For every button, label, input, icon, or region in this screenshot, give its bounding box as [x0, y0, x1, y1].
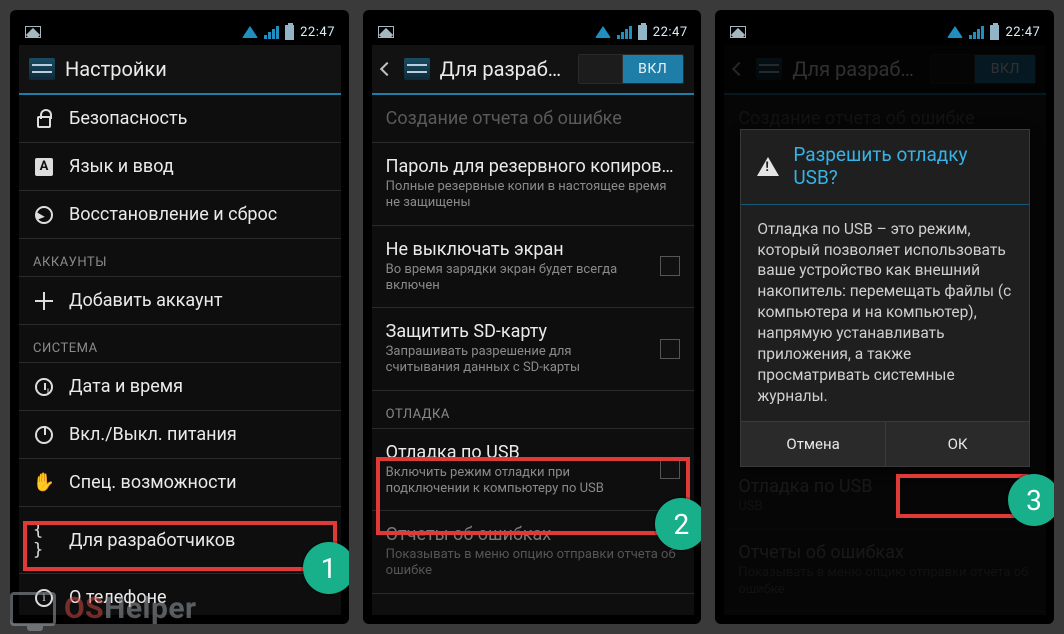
braces-icon: { }: [33, 520, 55, 560]
step-badge-3: 3: [1008, 474, 1054, 526]
label-datetime: Дата и время: [69, 376, 327, 397]
status-clock: 22:47: [300, 25, 335, 40]
row-backup-password[interactable]: Пароль для резервного копирования Полные…: [372, 143, 694, 226]
label-developer: Для разработчиков: [69, 530, 327, 551]
sub-usb-debugging: Включить режим отладки при подключении к…: [386, 465, 646, 498]
label-bug-report-menu: Отчеты об ошибках: [386, 524, 680, 545]
battery-icon: [990, 25, 999, 40]
wifi-icon: [595, 26, 611, 38]
phone-frame-1: 22:47 Настройки Безопасность A Язык и вв…: [10, 10, 349, 624]
status-bar: 22:47: [372, 19, 694, 45]
dialog-body: Отладка по USB – это режим, который позв…: [741, 205, 1029, 411]
label-backup: Восстановление и сброс: [69, 204, 327, 225]
status-clock: 22:47: [1005, 25, 1040, 40]
dialog-title: Разрешить отладку USB?: [793, 144, 1013, 190]
row-accessibility[interactable]: ✋ Спец. возможности: [19, 459, 341, 507]
battery-icon: [285, 25, 294, 40]
screenshot-indicator-icon: [378, 26, 394, 38]
label-stay-awake: Не выключать экран: [386, 239, 646, 260]
toggle-on-label: ВКЛ: [623, 55, 683, 83]
back-icon[interactable]: [380, 62, 394, 76]
row-stay-awake[interactable]: Не выключать экран Во время зарядки экра…: [372, 226, 694, 309]
row-power-schedule[interactable]: Вкл./Выкл. питания: [19, 411, 341, 459]
status-clock: 22:47: [653, 25, 688, 40]
category-debug: ОТЛАДКА: [372, 391, 694, 429]
row-about-phone[interactable]: i О телефоне: [19, 574, 341, 615]
label-protect-sd: Защитить SD-карту: [386, 321, 646, 342]
app-header: Для разраб… ВКЛ: [372, 45, 694, 95]
label-backup-password: Пароль для резервного копирования: [386, 156, 680, 177]
power-icon: [35, 426, 53, 444]
sub-stay-awake: Во время зарядки экран будет всегда вклю…: [386, 262, 646, 295]
step-badge-2: 2: [655, 498, 701, 550]
label-power: Вкл./Выкл. питания: [69, 424, 327, 445]
screenshot-indicator-icon: [25, 26, 41, 38]
checkbox-stay-awake[interactable]: [660, 256, 680, 276]
step-badge-1: 1: [303, 542, 349, 594]
label-accessibility: Спец. возможности: [69, 472, 327, 493]
language-icon: A: [35, 158, 53, 176]
row-language-input[interactable]: A Язык и ввод: [19, 143, 341, 191]
sub-protect-sd: Запрашивать разрешение для считывания да…: [386, 344, 646, 377]
checkbox-protect-sd[interactable]: [660, 339, 680, 359]
settings-icon: [404, 58, 430, 80]
page-title: Для разраб…: [440, 57, 568, 81]
row-backup-reset[interactable]: Восстановление и сброс: [19, 191, 341, 239]
row-add-account[interactable]: Добавить аккаунт: [19, 277, 341, 325]
label-usb-debugging: Отладка по USB: [386, 442, 646, 463]
cell-signal-icon: [969, 26, 984, 39]
row-bug-report-menu[interactable]: Отчеты об ошибках Показывать в меню опци…: [372, 511, 694, 594]
sub-backup-password: Полные резервные копии в настоящее время…: [386, 179, 680, 212]
row-date-time[interactable]: Дата и время: [19, 363, 341, 411]
screenshot-indicator-icon: [730, 26, 746, 38]
wifi-icon: [947, 26, 963, 38]
label-language: Язык и ввод: [69, 156, 327, 177]
clock-icon: [35, 378, 53, 396]
cancel-button[interactable]: Отмена: [741, 422, 885, 466]
developer-options-list: Создание отчета об ошибке Пароль для рез…: [372, 95, 694, 594]
category-system: СИСТЕМА: [19, 325, 341, 363]
row-protect-sd[interactable]: Защитить SD-карту Запрашивать разрешение…: [372, 308, 694, 391]
category-accounts: АККАУНТЫ: [19, 239, 341, 277]
lock-icon: [37, 116, 51, 128]
settings-list: Безопасность A Язык и ввод Восстановлени…: [19, 95, 341, 615]
label-bug-report: Создание отчета об ошибке: [386, 108, 680, 129]
developer-options-toggle[interactable]: ВКЛ: [578, 54, 684, 84]
phone-frame-3: 22:47 Для разраб… ВКЛ Создание отчета об…: [715, 10, 1054, 624]
plus-icon: [35, 292, 53, 310]
label-about: О телефоне: [69, 587, 327, 608]
row-developer-options[interactable]: { } Для разработчиков: [19, 507, 341, 574]
hand-icon: ✋: [33, 474, 55, 492]
checkbox-usb-debugging[interactable]: [660, 459, 680, 479]
wifi-icon: [242, 26, 258, 38]
sub-bug-report-menu: Показывать в меню опцию отправки отчета …: [386, 547, 680, 580]
status-bar: 22:47: [19, 19, 341, 45]
label-add-account: Добавить аккаунт: [69, 290, 327, 311]
row-bug-report[interactable]: Создание отчета об ошибке: [372, 95, 694, 143]
label-security: Безопасность: [69, 108, 327, 129]
restore-icon: [35, 206, 53, 224]
app-header: Настройки: [19, 45, 341, 95]
row-security[interactable]: Безопасность: [19, 95, 341, 143]
warning-icon: [757, 157, 779, 176]
dialog-allow-usb-debugging: Разрешить отладку USB? Отладка по USB – …: [740, 129, 1030, 467]
info-icon: i: [35, 589, 53, 607]
row-usb-debugging[interactable]: Отладка по USB Включить режим отладки пр…: [372, 429, 694, 512]
status-bar: 22:47: [724, 19, 1046, 45]
phone-frame-2: 22:47 Для разраб… ВКЛ Создание отчета об…: [363, 10, 702, 624]
battery-icon: [638, 25, 647, 40]
cell-signal-icon: [617, 26, 632, 39]
settings-icon: [29, 58, 55, 80]
page-title: Настройки: [65, 57, 331, 81]
ok-button[interactable]: ОК: [885, 422, 1030, 466]
cell-signal-icon: [264, 26, 279, 39]
